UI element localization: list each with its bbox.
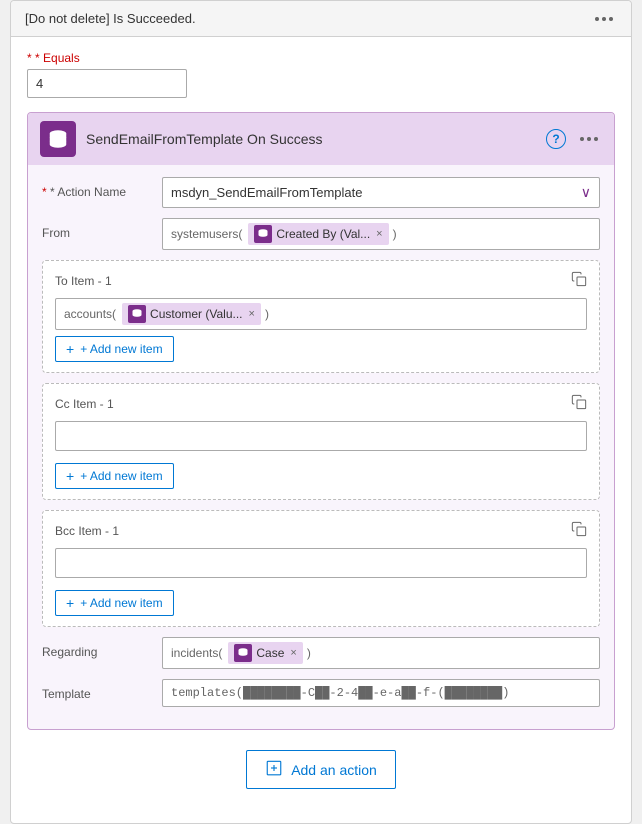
from-value: systemusers( Created By (Val... — [162, 218, 600, 250]
to-token-icon — [128, 305, 146, 323]
action-name-value: msdyn_SendEmailFromTemplate ∨ — [162, 177, 600, 208]
from-token-input[interactable]: systemusers( Created By (Val... — [162, 218, 600, 250]
bcc-add-new-item-button[interactable]: + + Add new item — [55, 590, 174, 616]
regarding-token-input[interactable]: incidents( Case × — [162, 637, 600, 669]
database-icon — [47, 128, 69, 150]
action-db-icon — [40, 121, 76, 157]
action-block-header-icons: ? — [546, 129, 602, 149]
template-input[interactable]: templates(████████-C██-2-4██-e-a██-f-(██… — [162, 679, 600, 707]
action-block-header: SendEmailFromTemplate On Success ? — [28, 113, 614, 165]
regarding-value: incidents( Case × — [162, 637, 600, 669]
regarding-label: Regarding — [42, 637, 152, 659]
template-value: templates(████████-C██-2-4██-e-a██-f-(██… — [162, 679, 600, 707]
regarding-token-db-icon — [237, 647, 249, 659]
bcc-copy-svg-icon — [571, 521, 587, 537]
action-more-options[interactable] — [576, 135, 602, 143]
cc-add-new-item-button[interactable]: + + Add new item — [55, 463, 174, 489]
token-database-icon — [257, 228, 269, 240]
to-token-db-icon — [131, 308, 143, 320]
help-icon[interactable]: ? — [546, 129, 566, 149]
equals-label: * Equals — [27, 51, 615, 65]
regarding-token-close[interactable]: × — [290, 647, 296, 659]
regarding-token-icon — [234, 644, 252, 662]
bcc-plus-icon: + — [66, 595, 74, 611]
to-token-close[interactable]: × — [249, 308, 255, 320]
to-token-text: Customer (Valu... — [150, 307, 242, 321]
card-body: * Equals SendEmailFromTemplate On Succes… — [11, 37, 631, 823]
bcc-add-item-label: + Add new item — [80, 596, 162, 610]
from-label: From — [42, 218, 152, 240]
to-add-item-label: + Add new item — [80, 342, 162, 356]
regarding-prefix: incidents( — [171, 646, 222, 660]
copy-svg-icon — [571, 271, 587, 287]
cc-section: Cc Item - 1 + + Add new item — [42, 383, 600, 500]
to-section-title: To Item - 1 — [55, 274, 112, 288]
regarding-close-paren: ) — [307, 646, 311, 660]
to-close-paren: ) — [265, 307, 269, 321]
action-name-text: msdyn_SendEmailFromTemplate — [171, 185, 362, 200]
action-name-row: * Action Name msdyn_SendEmailFromTemplat… — [42, 177, 600, 208]
cc-input[interactable] — [55, 421, 587, 451]
bcc-section: Bcc Item - 1 + + Add new item — [42, 510, 600, 627]
card-header-title: [Do not delete] Is Succeeded. — [25, 11, 196, 26]
from-row: From systemusers( — [42, 218, 600, 250]
to-section: To Item - 1 accounts( — [42, 260, 600, 373]
from-token-close-paren: ) — [393, 227, 397, 241]
regarding-token: Case × — [228, 642, 302, 664]
from-token: Created By (Val... × — [248, 223, 388, 245]
chevron-down-icon: ∨ — [581, 184, 591, 201]
add-action-svg-icon — [265, 759, 283, 777]
template-row: Template templates(████████-C██-2-4██-e-… — [42, 679, 600, 707]
equals-input[interactable] — [27, 69, 187, 98]
to-token-input[interactable]: accounts( Customer (Valu... × — [55, 298, 587, 330]
bcc-section-header: Bcc Item - 1 — [55, 521, 587, 540]
equals-field-group: * Equals — [27, 51, 615, 98]
to-copy-icon[interactable] — [571, 271, 587, 290]
action-block: SendEmailFromTemplate On Success ? * Act… — [27, 112, 615, 730]
plus-icon: + — [66, 341, 74, 357]
from-token-close[interactable]: × — [376, 228, 382, 240]
to-token: Customer (Valu... × — [122, 303, 261, 325]
main-card: [Do not delete] Is Succeeded. * Equals — [10, 0, 632, 824]
cc-copy-svg-icon — [571, 394, 587, 410]
bcc-input[interactable] — [55, 548, 587, 578]
bcc-copy-icon[interactable] — [571, 521, 587, 540]
cc-section-header: Cc Item - 1 — [55, 394, 587, 413]
add-action-button[interactable]: Add an action — [246, 750, 396, 789]
action-name-select[interactable]: msdyn_SendEmailFromTemplate ∨ — [162, 177, 600, 208]
cc-add-item-label: + Add new item — [80, 469, 162, 483]
add-action-icon — [265, 759, 283, 780]
to-section-header: To Item - 1 — [55, 271, 587, 290]
cc-plus-icon: + — [66, 468, 74, 484]
to-add-new-item-button[interactable]: + + Add new item — [55, 336, 174, 362]
action-block-name: SendEmailFromTemplate On Success — [86, 131, 323, 147]
action-block-body: * Action Name msdyn_SendEmailFromTemplat… — [28, 165, 614, 729]
regarding-row: Regarding incidents( — [42, 637, 600, 669]
add-action-section: Add an action — [27, 730, 615, 809]
from-token-icon — [254, 225, 272, 243]
to-prefix: accounts( — [64, 307, 116, 321]
add-action-label: Add an action — [291, 762, 377, 778]
from-prefix: systemusers( — [171, 227, 242, 241]
cc-section-title: Cc Item - 1 — [55, 397, 114, 411]
template-text: templates(████████-C██-2-4██-e-a██-f-(██… — [171, 686, 509, 700]
header-more-options[interactable] — [591, 15, 617, 23]
action-name-label: * Action Name — [42, 177, 152, 199]
action-block-title-group: SendEmailFromTemplate On Success — [40, 121, 323, 157]
bcc-section-title: Bcc Item - 1 — [55, 524, 119, 538]
template-label: Template — [42, 679, 152, 701]
from-token-text: Created By (Val... — [276, 227, 370, 241]
card-header: [Do not delete] Is Succeeded. — [11, 1, 631, 37]
regarding-token-text: Case — [256, 646, 284, 660]
cc-copy-icon[interactable] — [571, 394, 587, 413]
